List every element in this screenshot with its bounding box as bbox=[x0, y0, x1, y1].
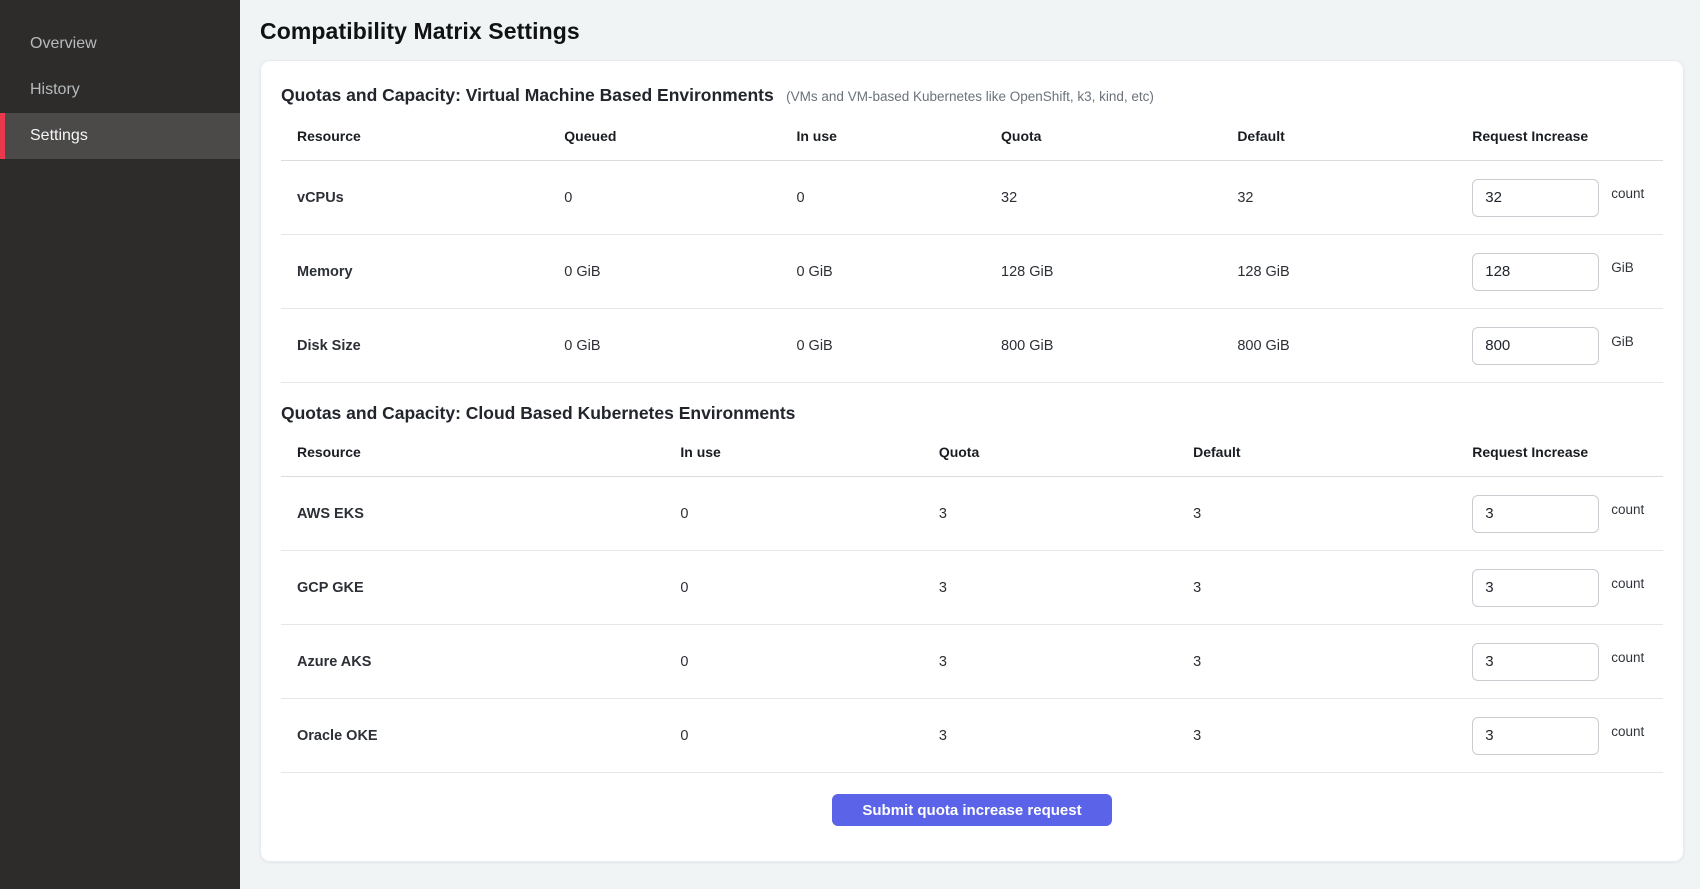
cell-request-increase: GiB bbox=[1472, 309, 1663, 383]
cell-resource: GCP GKE bbox=[281, 551, 680, 625]
cell-in-use: 0 bbox=[680, 551, 938, 625]
sidebar-item-overview[interactable]: Overview bbox=[0, 21, 240, 67]
cell-quota: 3 bbox=[939, 625, 1193, 699]
request-increase-input-azure-aks[interactable] bbox=[1472, 643, 1599, 681]
unit-label: count bbox=[1611, 650, 1644, 665]
vm-section-subtitle: (VMs and VM-based Kubernetes like OpenSh… bbox=[786, 89, 1154, 104]
sidebar-nav: OverviewHistorySettings bbox=[0, 21, 240, 159]
unit-label: count bbox=[1611, 186, 1644, 201]
cloud-table-header-row: ResourceIn useQuotaDefaultRequest Increa… bbox=[281, 428, 1663, 477]
table-row-disk-size: Disk Size0 GiB0 GiB800 GiB800 GiBGiB bbox=[281, 309, 1663, 383]
cell-in-use: 0 GiB bbox=[796, 309, 1001, 383]
vm-quota-table: ResourceQueuedIn useQuotaDefaultRequest … bbox=[281, 112, 1663, 383]
cloud-section-title: Quotas and Capacity: Cloud Based Kuberne… bbox=[281, 403, 795, 423]
cell-in-use: 0 bbox=[680, 477, 938, 551]
cell-request-increase: count bbox=[1472, 161, 1663, 235]
column-header-queued: Queued bbox=[564, 112, 796, 161]
cell-resource: Azure AKS bbox=[281, 625, 680, 699]
main-content: Compatibility Matrix Settings Quotas and… bbox=[240, 0, 1700, 889]
cell-resource: vCPUs bbox=[281, 161, 564, 235]
column-header-quota: Quota bbox=[1001, 112, 1237, 161]
column-header-resource: Resource bbox=[281, 112, 564, 161]
app-root: OverviewHistorySettings Compatibility Ma… bbox=[0, 0, 1700, 889]
column-header-quota: Quota bbox=[939, 428, 1193, 477]
page-title: Compatibility Matrix Settings bbox=[260, 18, 1684, 45]
sidebar-item-history[interactable]: History bbox=[0, 67, 240, 113]
request-increase-input-gcp-gke[interactable] bbox=[1472, 569, 1599, 607]
cell-quota: 32 bbox=[1001, 161, 1237, 235]
cell-resource: Disk Size bbox=[281, 309, 564, 383]
cell-request-increase: GiB bbox=[1472, 235, 1663, 309]
vm-section-title: Quotas and Capacity: Virtual Machine Bas… bbox=[281, 85, 774, 105]
cell-quota: 3 bbox=[939, 551, 1193, 625]
cell-default: 32 bbox=[1237, 161, 1472, 235]
settings-card: Quotas and Capacity: Virtual Machine Bas… bbox=[260, 60, 1684, 862]
request-increase-input-memory[interactable] bbox=[1472, 253, 1599, 291]
cell-default: 3 bbox=[1193, 477, 1472, 551]
column-header-default: Default bbox=[1237, 112, 1472, 161]
cell-default: 3 bbox=[1193, 551, 1472, 625]
column-header-in-use: In use bbox=[680, 428, 938, 477]
unit-label: count bbox=[1611, 576, 1644, 591]
cloud-section-header: Quotas and Capacity: Cloud Based Kuberne… bbox=[281, 383, 1663, 428]
cell-queued: 0 GiB bbox=[564, 235, 796, 309]
column-header-request-increase: Request Increase bbox=[1472, 112, 1663, 161]
table-row-vcpus: vCPUs003232count bbox=[281, 161, 1663, 235]
cell-resource: Memory bbox=[281, 235, 564, 309]
unit-label: count bbox=[1611, 724, 1644, 739]
unit-label: GiB bbox=[1611, 334, 1634, 349]
request-increase-input-aws-eks[interactable] bbox=[1472, 495, 1599, 533]
cell-resource: Oracle OKE bbox=[281, 699, 680, 773]
cell-default: 3 bbox=[1193, 625, 1472, 699]
unit-label: GiB bbox=[1611, 260, 1634, 275]
cell-request-increase: count bbox=[1472, 699, 1663, 773]
cell-default: 3 bbox=[1193, 699, 1472, 773]
cell-quota: 800 GiB bbox=[1001, 309, 1237, 383]
cell-queued: 0 GiB bbox=[564, 309, 796, 383]
request-increase-input-vcpus[interactable] bbox=[1472, 179, 1599, 217]
table-row-aws-eks: AWS EKS033count bbox=[281, 477, 1663, 551]
submit-quota-increase-button[interactable]: Submit quota increase request bbox=[832, 794, 1112, 826]
table-row-oracle-oke: Oracle OKE033count bbox=[281, 699, 1663, 773]
cell-request-increase: count bbox=[1472, 551, 1663, 625]
sidebar-item-settings[interactable]: Settings bbox=[0, 113, 240, 159]
cell-in-use: 0 bbox=[680, 625, 938, 699]
table-row-memory: Memory0 GiB0 GiB128 GiB128 GiBGiB bbox=[281, 235, 1663, 309]
sidebar: OverviewHistorySettings bbox=[0, 0, 240, 889]
cell-quota: 3 bbox=[939, 699, 1193, 773]
cell-request-increase: count bbox=[1472, 477, 1663, 551]
cell-in-use: 0 GiB bbox=[796, 235, 1001, 309]
cell-in-use: 0 bbox=[680, 699, 938, 773]
vm-section-header: Quotas and Capacity: Virtual Machine Bas… bbox=[281, 71, 1663, 112]
cloud-quota-table: ResourceIn useQuotaDefaultRequest Increa… bbox=[281, 428, 1663, 773]
column-header-default: Default bbox=[1193, 428, 1472, 477]
cell-request-increase: count bbox=[1472, 625, 1663, 699]
unit-label: count bbox=[1611, 502, 1644, 517]
vm-table-header-row: ResourceQueuedIn useQuotaDefaultRequest … bbox=[281, 112, 1663, 161]
cell-queued: 0 bbox=[564, 161, 796, 235]
request-increase-input-disk-size[interactable] bbox=[1472, 327, 1599, 365]
table-row-azure-aks: Azure AKS033count bbox=[281, 625, 1663, 699]
cell-resource: AWS EKS bbox=[281, 477, 680, 551]
cell-in-use: 0 bbox=[796, 161, 1001, 235]
column-header-resource: Resource bbox=[281, 428, 680, 477]
cell-quota: 3 bbox=[939, 477, 1193, 551]
cell-default: 128 GiB bbox=[1237, 235, 1472, 309]
submit-button-row: Submit quota increase request bbox=[281, 773, 1663, 847]
cell-quota: 128 GiB bbox=[1001, 235, 1237, 309]
request-increase-input-oracle-oke[interactable] bbox=[1472, 717, 1599, 755]
column-header-in-use: In use bbox=[796, 112, 1001, 161]
cell-default: 800 GiB bbox=[1237, 309, 1472, 383]
column-header-request-increase: Request Increase bbox=[1472, 428, 1663, 477]
table-row-gcp-gke: GCP GKE033count bbox=[281, 551, 1663, 625]
